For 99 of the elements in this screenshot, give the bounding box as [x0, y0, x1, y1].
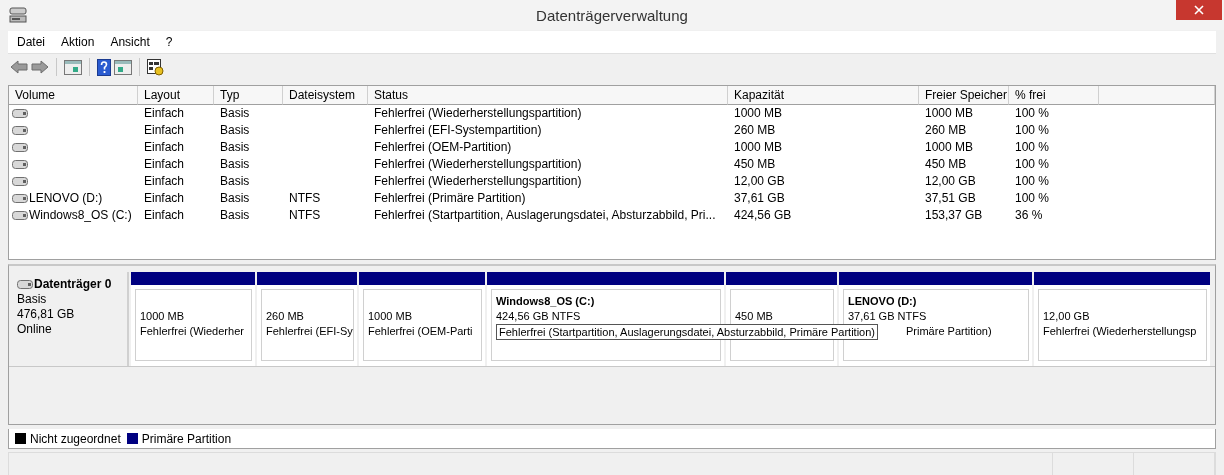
table-cell-text: Einfach — [143, 156, 186, 173]
drive-icon — [12, 160, 28, 169]
help-icon[interactable] — [97, 58, 111, 76]
table-cell-text: Basis — [219, 105, 251, 122]
partition-block[interactable]: 260 MB Fehlerfrei (EFI-Sy — [257, 272, 357, 366]
table-cell-text: 12,00 GB — [924, 173, 977, 190]
close-icon — [1194, 5, 1204, 15]
partition-size: 260 MB — [266, 309, 304, 324]
table-cell-text: Basis — [219, 173, 251, 190]
app-icon — [9, 7, 27, 23]
table-cell-text: 100 % — [1014, 139, 1051, 156]
table-cell-text: Fehlerfrei (OEM-Partition) — [373, 139, 513, 156]
partition-status: Fehlerfrei (Wiederherstellungsp — [1043, 324, 1197, 339]
partition-size: 450 MB — [735, 309, 773, 324]
table-cell-text: 100 % — [1014, 173, 1051, 190]
table-cell-text: 450 MB — [924, 156, 968, 173]
partition-block[interactable]: 1000 MB Fehlerfrei (OEM-Parti — [359, 272, 485, 366]
table-cell-text: 1000 MB — [924, 105, 975, 122]
legend-label: Primäre Partition — [141, 431, 232, 446]
table-cell-text: Einfach — [143, 139, 186, 156]
close-button[interactable] — [1176, 0, 1222, 20]
table-cell-text: 100 % — [1014, 190, 1051, 207]
partition-size: 12,00 GB — [1043, 309, 1090, 324]
table-cell-text: Fehlerfrei (Wiederherstellungspartition) — [373, 105, 583, 122]
drive-icon — [12, 194, 28, 203]
partition-name: Windows8_OS (C:) — [496, 294, 595, 309]
table-cell-text: Einfach — [143, 207, 186, 224]
column-header[interactable]: Layout — [138, 86, 214, 105]
panel-icon[interactable] — [64, 59, 82, 75]
table-cell-text: 12,00 GB — [733, 173, 786, 190]
partition-block[interactable]: 1000 MB Fehlerfrei (Wiederher — [131, 272, 255, 366]
drive-icon — [12, 126, 28, 135]
table-cell-text: 36 % — [1014, 207, 1044, 224]
table-cell-text: Basis — [219, 139, 251, 156]
column-header[interactable]: Status — [368, 86, 728, 105]
table-cell: Windows8_OS (C:) — [29, 207, 132, 224]
table-cell: LENOVO (D:) — [29, 190, 103, 207]
table-cell-text: Einfach — [143, 190, 186, 207]
table-cell-text: NTFS — [288, 190, 322, 207]
table-cell-text: 1000 MB — [733, 105, 784, 122]
table-cell-text: 100 % — [1014, 105, 1051, 122]
table-cell-text: Fehlerfrei (Startpartition, Auslagerungsdatei, Absturzabbild, Pri... — [373, 207, 717, 224]
panel-icon[interactable] — [114, 59, 132, 75]
table-cell-text: 100 % — [1014, 156, 1051, 173]
table-cell-text: 1000 MB — [733, 139, 784, 156]
legend-label: Nicht zugeordnet — [30, 431, 121, 446]
partition-size: 1000 MB — [368, 309, 413, 324]
table-cell-text: 100 % — [1014, 122, 1051, 139]
table-cell-text: NTFS — [288, 207, 322, 224]
column-header[interactable]: % frei — [1009, 86, 1099, 105]
table-cell-text: Fehlerfrei (Wiederherstellungspartition) — [373, 173, 583, 190]
table-cell-text: Basis — [219, 190, 251, 207]
disk-state: Online — [17, 322, 53, 337]
table-cell-text: Basis — [219, 122, 251, 139]
disk-name: Datenträger 0 — [34, 277, 112, 292]
table-cell-text: Fehlerfrei (Wiederherstellungspartition) — [373, 156, 583, 173]
window-title: Datenträgerverwaltung — [535, 7, 689, 24]
partition-status: Primäre Partition) — [906, 324, 992, 339]
drive-icon — [17, 280, 33, 289]
table-cell-text: Einfach — [143, 105, 186, 122]
column-header[interactable]: Typ — [214, 86, 283, 105]
column-header[interactable]: Kapazität — [728, 86, 919, 105]
table-cell-text: Einfach — [143, 173, 186, 190]
table-cell-text: Fehlerfrei (Primäre Partition) — [373, 190, 527, 207]
table-cell-text: 37,61 GB — [733, 190, 786, 207]
table-cell-text: Basis — [219, 156, 251, 173]
disk-type: Basis — [17, 292, 48, 307]
tooltip: Fehlerfrei (Startpartition, Auslagerungsdatei, Absturzabbild, Primäre Partition) — [496, 324, 878, 340]
table-cell-text: 260 MB — [924, 122, 968, 139]
table-cell-text: Fehlerfrei (EFI-Systempartition) — [373, 122, 543, 139]
table-cell-text: 153,37 GB — [924, 207, 984, 224]
partition-block[interactable]: 12,00 GB Fehlerfrei (Wiederherstellungsp — [1034, 272, 1210, 366]
table-cell-text: 37,51 GB — [924, 190, 977, 207]
table-cell-text: 260 MB — [733, 122, 777, 139]
menu-item[interactable]: Aktion — [52, 35, 102, 49]
disk-size: 476,81 GB — [17, 307, 76, 322]
table-cell-text: 424,56 GB — [733, 207, 793, 224]
drive-icon — [12, 109, 28, 118]
menu-item[interactable]: Ansicht — [101, 35, 157, 49]
back-arrow-icon[interactable] — [10, 60, 28, 74]
column-header[interactable]: Volume — [9, 86, 138, 105]
menu-item[interactable]: Datei — [8, 35, 52, 49]
drive-icon — [12, 177, 28, 186]
column-header[interactable]: Freier Speicher — [919, 86, 1009, 105]
table-cell-text: 1000 MB — [924, 139, 975, 156]
table-cell-text: Einfach — [143, 122, 186, 139]
table-cell-text: Basis — [219, 207, 251, 224]
partition-status: Fehlerfrei (OEM-Parti — [368, 324, 473, 339]
menu-item[interactable]: ? — [156, 35, 180, 49]
column-header[interactable]: Dateisystem — [283, 86, 368, 105]
partition-size: 424,56 GB NTFS — [496, 309, 581, 324]
partition-status: Fehlerfrei (EFI-Sy — [266, 324, 353, 339]
forward-arrow-icon[interactable] — [31, 60, 49, 74]
drive-icon — [12, 211, 28, 220]
partition-size: 1000 MB — [140, 309, 185, 324]
partition-status: Fehlerfrei (Wiederher — [140, 324, 244, 339]
table-cell-text: 450 MB — [733, 156, 777, 173]
drive-icon — [12, 143, 28, 152]
properties-icon[interactable] — [147, 58, 164, 76]
